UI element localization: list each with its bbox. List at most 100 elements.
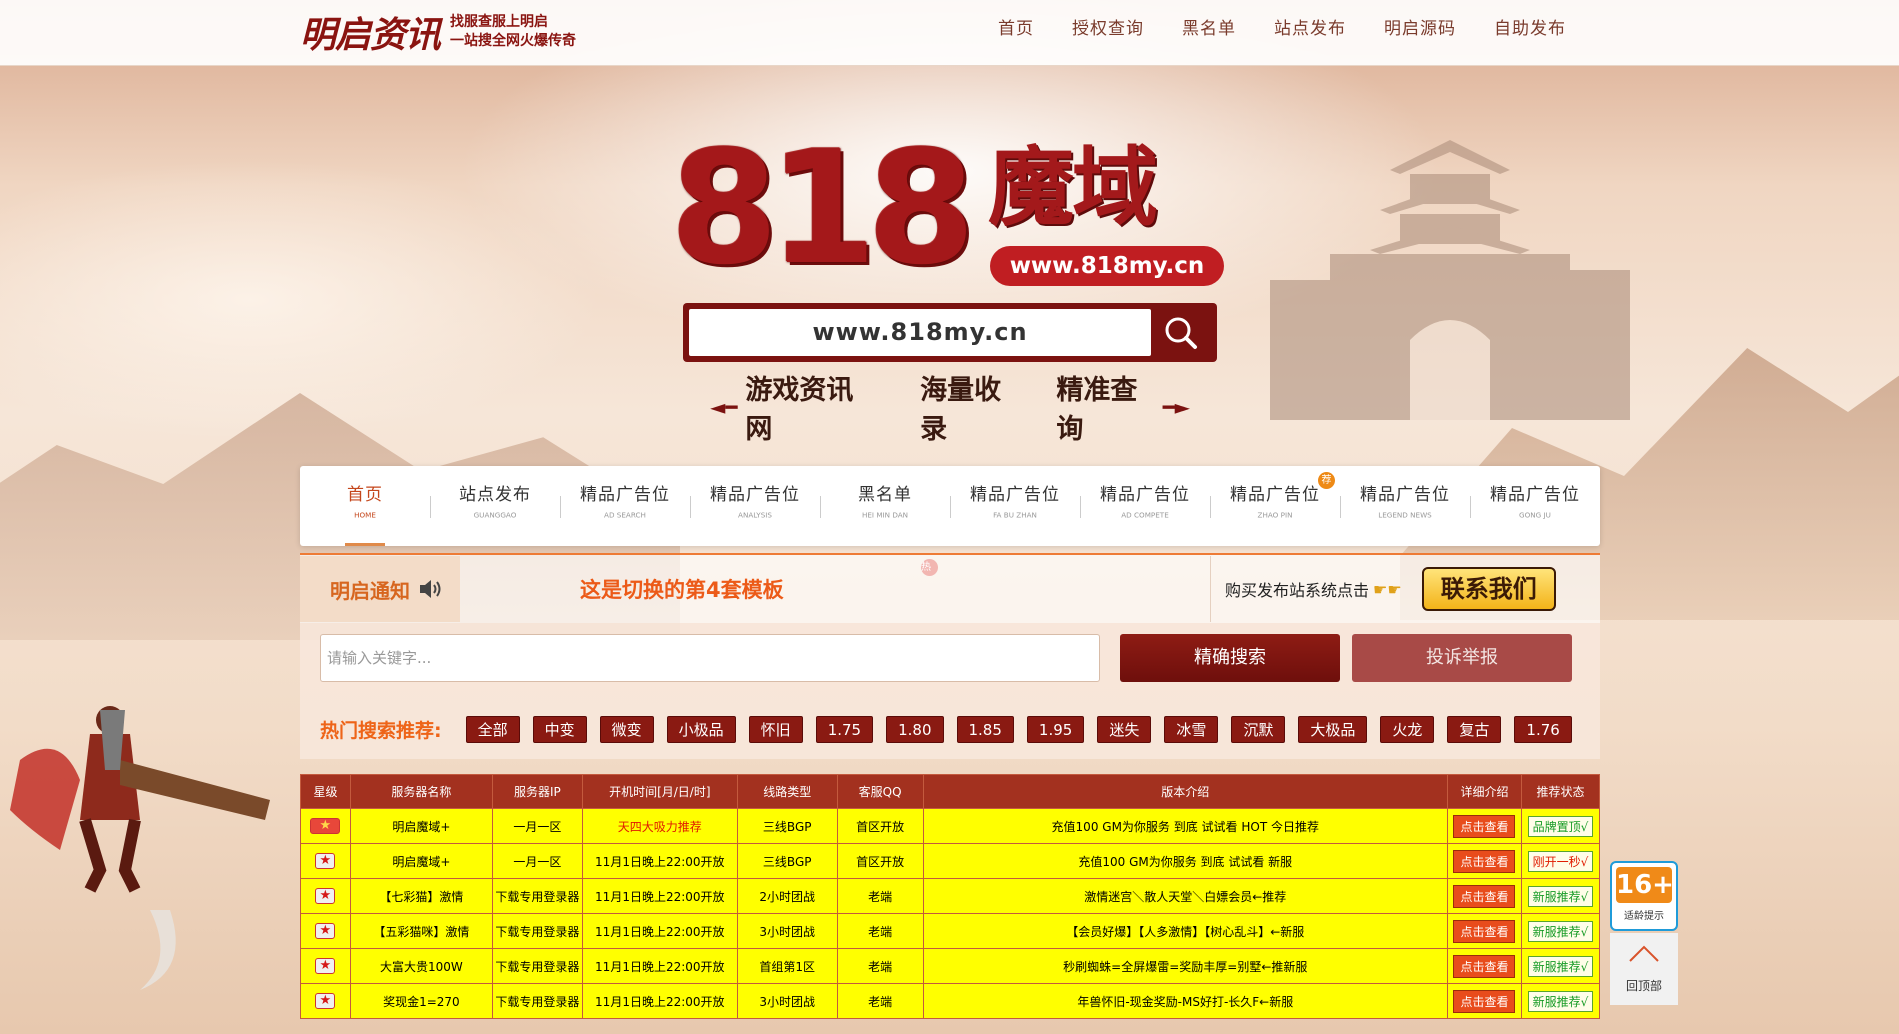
- view-details-button[interactable]: 点击查看: [1453, 919, 1516, 943]
- hot-tag[interactable]: 中变: [532, 716, 587, 743]
- tagline: ◄━ 游戏资讯网 海量收录 精准查询 ━►: [710, 368, 1190, 446]
- hot-tag[interactable]: 火龙: [1380, 716, 1435, 743]
- server-name[interactable]: 奖现金1=270: [349, 983, 493, 1019]
- arrow-left-icon: ◄━: [710, 395, 738, 419]
- exact-search-button[interactable]: 精确搜索: [1120, 634, 1340, 682]
- brand-logo[interactable]: 明启资讯 找服查服上明启 一站搜全网火爆传奇: [300, 10, 577, 56]
- hot-tag[interactable]: 复古: [1447, 716, 1502, 743]
- notice-label: 明启通知: [300, 556, 460, 622]
- contact-us-button[interactable]: 联系我们: [1421, 567, 1556, 611]
- line-type: 三线BGP: [736, 808, 838, 844]
- logo-title: 魔域: [988, 137, 1158, 238]
- hot-tag[interactable]: 1.75: [815, 716, 874, 743]
- mainnav-ad-6[interactable]: 精品广告位 LEGEND NEWS: [1340, 466, 1470, 546]
- logo-search-input[interactable]: www.818my.cn: [689, 309, 1151, 356]
- logo-number: 818: [670, 117, 976, 299]
- server-name[interactable]: 大富大贵100W: [349, 948, 493, 984]
- age-rating-badge[interactable]: 16+ 适龄提示: [1610, 861, 1678, 931]
- view-details-button[interactable]: 点击查看: [1453, 954, 1516, 978]
- col-header: 服务器名称: [349, 774, 493, 809]
- mainnav-site-publish[interactable]: 站点发布 GuangGao: [430, 466, 560, 546]
- recommend-state[interactable]: 新服推荐√: [1527, 885, 1594, 907]
- mainnav-ad-3[interactable]: 精品广告位 Fa Bu Zhan: [950, 466, 1080, 546]
- hot-tag[interactable]: 沉默: [1231, 716, 1286, 743]
- server-name[interactable]: 【七彩猫】激情: [349, 878, 493, 914]
- server-name[interactable]: 【五彩猫咪】激情: [349, 913, 493, 949]
- recommend-state[interactable]: 品牌置顶√: [1527, 815, 1594, 837]
- site-logo: 818 魔域 www.818my.cn: [670, 128, 1230, 298]
- report-button[interactable]: 投诉举报: [1352, 634, 1572, 682]
- line-type: 3小时团战: [736, 983, 838, 1019]
- age-rating-number: 16+: [1616, 867, 1674, 903]
- hot-tag[interactable]: 1.76: [1514, 716, 1572, 743]
- mainnav-blacklist[interactable]: 热 黑名单 HEI MIN DAN: [820, 466, 950, 576]
- table-row[interactable]: 明启魔域+ 一月一区 天四大吸力推荐 三线BGP 首区开放 充值100 GM为你…: [300, 808, 1601, 844]
- main-nav: 首页 HOME 站点发布 GuangGao 精品广告位 AD SEARCH 精品…: [300, 466, 1600, 576]
- star-rating-icon: [315, 993, 336, 1009]
- hot-tag[interactable]: 怀旧: [748, 716, 803, 743]
- logo-search-bar: www.818my.cn: [683, 303, 1217, 362]
- view-details-button[interactable]: 点击查看: [1453, 884, 1516, 908]
- hot-tag[interactable]: 微变: [599, 716, 654, 743]
- topnav-source-code[interactable]: 明启源码: [1365, 16, 1475, 42]
- version-intro: 【会员好爆】【人多激情】【树心乱斗】←新服: [922, 913, 1448, 949]
- hot-tag[interactable]: 大极品: [1298, 716, 1368, 743]
- server-ip: 下载专用登录器: [491, 948, 583, 984]
- topnav-license-query[interactable]: 授权查询: [1053, 16, 1163, 42]
- col-header: 推荐状态: [1520, 774, 1601, 809]
- hot-tag[interactable]: 1.80: [886, 716, 944, 743]
- open-time: 天四大吸力推荐: [581, 808, 738, 844]
- mainnav-sublabel: AD Compete: [1121, 512, 1169, 520]
- mainnav-sublabel: Gong Ju: [1519, 512, 1551, 520]
- view-details-button[interactable]: 点击查看: [1453, 989, 1516, 1013]
- notice-message[interactable]: 这是切换的第4套模板: [460, 574, 1210, 604]
- table-row[interactable]: 奖现金1=270 下载专用登录器 11月1日晚上22:00开放 3小时团战 老端…: [300, 983, 1601, 1019]
- mainnav-ad-7[interactable]: 精品广告位 Gong Ju: [1470, 466, 1600, 546]
- tagline-1: 游戏资讯网: [745, 375, 854, 445]
- brand-name: 明启资讯: [300, 14, 441, 56]
- open-time: 11月1日晚上22:00开放: [581, 843, 738, 879]
- pointing-hand-icon: ☛☛: [1373, 579, 1402, 599]
- mainnav-ad-1[interactable]: 精品广告位 AD SEARCH: [560, 466, 690, 546]
- server-name[interactable]: 明启魔域+: [349, 808, 493, 844]
- server-name[interactable]: 明启魔域+: [349, 843, 493, 879]
- table-row[interactable]: 大富大贵100W 下载专用登录器 11月1日晚上22:00开放 首组第1区 老端…: [300, 948, 1601, 984]
- hot-tag[interactable]: 全部: [465, 716, 520, 743]
- mainnav-home[interactable]: 首页 HOME: [300, 466, 430, 546]
- recommend-state[interactable]: 新服推荐√: [1527, 955, 1594, 977]
- hot-tag[interactable]: 1.85: [956, 716, 1014, 743]
- topnav-blacklist[interactable]: 黑名单: [1163, 16, 1255, 42]
- table-row[interactable]: 【七彩猫】激情 下载专用登录器 11月1日晚上22:00开放 2小时团战 老端 …: [300, 878, 1601, 914]
- brand-slogan-line2: 一站搜全网火爆传奇: [450, 33, 577, 49]
- table-row[interactable]: 明启魔域+ 一月一区 11月1日晚上22:00开放 三线BGP 首区开放 充值1…: [300, 843, 1601, 879]
- recommend-state[interactable]: 刚开一秒√: [1527, 850, 1594, 872]
- hot-tag[interactable]: 冰雪: [1164, 716, 1219, 743]
- keyword-input[interactable]: 请输入关键字...: [320, 634, 1100, 682]
- mainnav-label: 精品广告位: [1100, 485, 1190, 505]
- table-row[interactable]: 【五彩猫咪】激情 下载专用登录器 11月1日晚上22:00开放 3小时团战 老端…: [300, 913, 1601, 949]
- mainnav-sublabel: Fa Bu Zhan: [993, 512, 1037, 520]
- logo-search-button[interactable]: [1151, 309, 1211, 356]
- mainnav-ad-4[interactable]: 精品广告位 AD Compete: [1080, 466, 1210, 546]
- top-nav: 首页 授权查询 黑名单 站点发布 明启源码 自助发布: [979, 16, 1585, 42]
- mainnav-ad-2[interactable]: 精品广告位 Analysis: [690, 466, 820, 546]
- recommend-state[interactable]: 新服推荐√: [1527, 990, 1594, 1012]
- mainnav-ad-5[interactable]: 荐 精品广告位 Zhao Pin: [1210, 466, 1340, 546]
- version-intro: 充值100 GM为你服务 到底 试试看 HOT 今日推荐: [922, 808, 1448, 844]
- server-ip: 一月一区: [491, 808, 583, 844]
- arrow-right-icon: ━►: [1162, 395, 1190, 419]
- view-details-button[interactable]: 点击查看: [1453, 849, 1516, 873]
- hot-tag[interactable]: 迷失: [1097, 716, 1152, 743]
- topnav-home[interactable]: 首页: [979, 16, 1053, 42]
- back-to-top-button[interactable]: 回顶部: [1610, 933, 1678, 1005]
- back-to-top-label: 回顶部: [1625, 979, 1662, 993]
- logo-url: www.818my.cn: [990, 246, 1224, 286]
- topnav-self-publish[interactable]: 自助发布: [1475, 16, 1585, 42]
- view-details-button[interactable]: 点击查看: [1453, 814, 1516, 838]
- hot-tag[interactable]: 1.95: [1026, 716, 1085, 743]
- hot-tag[interactable]: 小极品: [666, 716, 736, 743]
- topnav-site-publish[interactable]: 站点发布: [1255, 16, 1365, 42]
- buy-system-link[interactable]: 购买发布站系统点击 ☛☛ 联系我们: [1210, 556, 1600, 622]
- col-header: 详细介绍: [1446, 774, 1522, 809]
- recommend-state[interactable]: 新服推荐√: [1527, 920, 1594, 942]
